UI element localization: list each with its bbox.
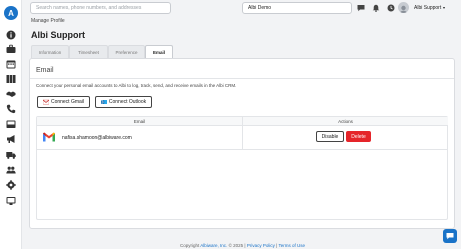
card-title: Email [36, 67, 54, 74]
privacy-policy-link[interactable]: Privacy Policy [247, 243, 275, 248]
megaphone-icon[interactable] [6, 134, 16, 144]
email-settings-card: Email Connect your personal email accoun… [29, 58, 455, 229]
chevron-down-icon[interactable]: ▾ [443, 5, 445, 10]
footer: Copyright Albiware, Inc. © 2025 | Privac… [180, 243, 305, 248]
connected-emails-table: Email Actions nafisa.shamoon@albiware.co… [36, 116, 448, 220]
grid-icon[interactable] [6, 74, 16, 84]
outlook-icon [100, 100, 107, 104]
tab-information[interactable]: Information [31, 45, 69, 58]
tab-preference[interactable]: Preference [108, 45, 145, 58]
tab-timesheet[interactable]: Timesheet [69, 45, 108, 58]
gmail-icon [42, 99, 49, 105]
briefcase-icon[interactable] [6, 44, 16, 54]
inbox-icon[interactable] [6, 119, 16, 129]
connect-gmail-label: Connect Gmail [50, 99, 85, 105]
global-search-input[interactable]: Search names, phone numbers, and address… [30, 2, 171, 14]
disable-button[interactable]: Disable [316, 131, 344, 142]
info-icon[interactable] [6, 30, 16, 40]
monitor-icon[interactable] [6, 196, 16, 206]
truck-icon[interactable] [6, 150, 16, 160]
gmail-icon [43, 132, 55, 142]
chat-icon [446, 233, 454, 240]
chat-bubble-icon[interactable] [357, 4, 365, 12]
footer-copyright: Copyright [180, 243, 200, 248]
footer-year: © 2025 [228, 243, 244, 248]
column-header-email: Email [37, 117, 242, 126]
handshake-icon[interactable] [6, 89, 16, 99]
divider [30, 78, 454, 79]
column-divider [242, 117, 243, 150]
bell-icon[interactable] [372, 4, 380, 12]
tab-email[interactable]: Email [145, 45, 173, 58]
gear-icon[interactable] [6, 180, 16, 190]
sidebar: A [0, 0, 22, 249]
breadcrumb: Manage Profile [31, 18, 65, 24]
clock-icon[interactable] [387, 4, 395, 12]
footer-separator: | [244, 243, 246, 248]
support-chat-button[interactable] [443, 229, 457, 243]
page-title: Albi Support [31, 30, 85, 40]
phone-icon[interactable] [6, 104, 16, 114]
terms-of-use-link[interactable]: Terms of Use [278, 243, 305, 248]
connect-outlook-button[interactable]: Connect Outlook [95, 96, 152, 108]
albi-logo[interactable]: A [4, 6, 18, 20]
users-icon[interactable] [6, 165, 16, 175]
column-header-actions: Actions [243, 117, 448, 126]
calendar-icon[interactable] [6, 59, 16, 69]
delete-button[interactable]: Delete [346, 131, 371, 142]
user-menu-label[interactable]: Albi Support [414, 5, 441, 11]
connect-outlook-label: Connect Outlook [108, 99, 147, 105]
connected-email-address: nafisa.shamoon@albiware.com [62, 135, 132, 141]
user-avatar[interactable] [398, 2, 409, 13]
card-description: Connect your personal email accounts to … [36, 83, 237, 88]
footer-company-link[interactable]: Albiware, Inc. [200, 243, 227, 248]
connect-gmail-button[interactable]: Connect Gmail [37, 96, 90, 108]
company-selector[interactable]: Albi Demo [242, 2, 352, 14]
